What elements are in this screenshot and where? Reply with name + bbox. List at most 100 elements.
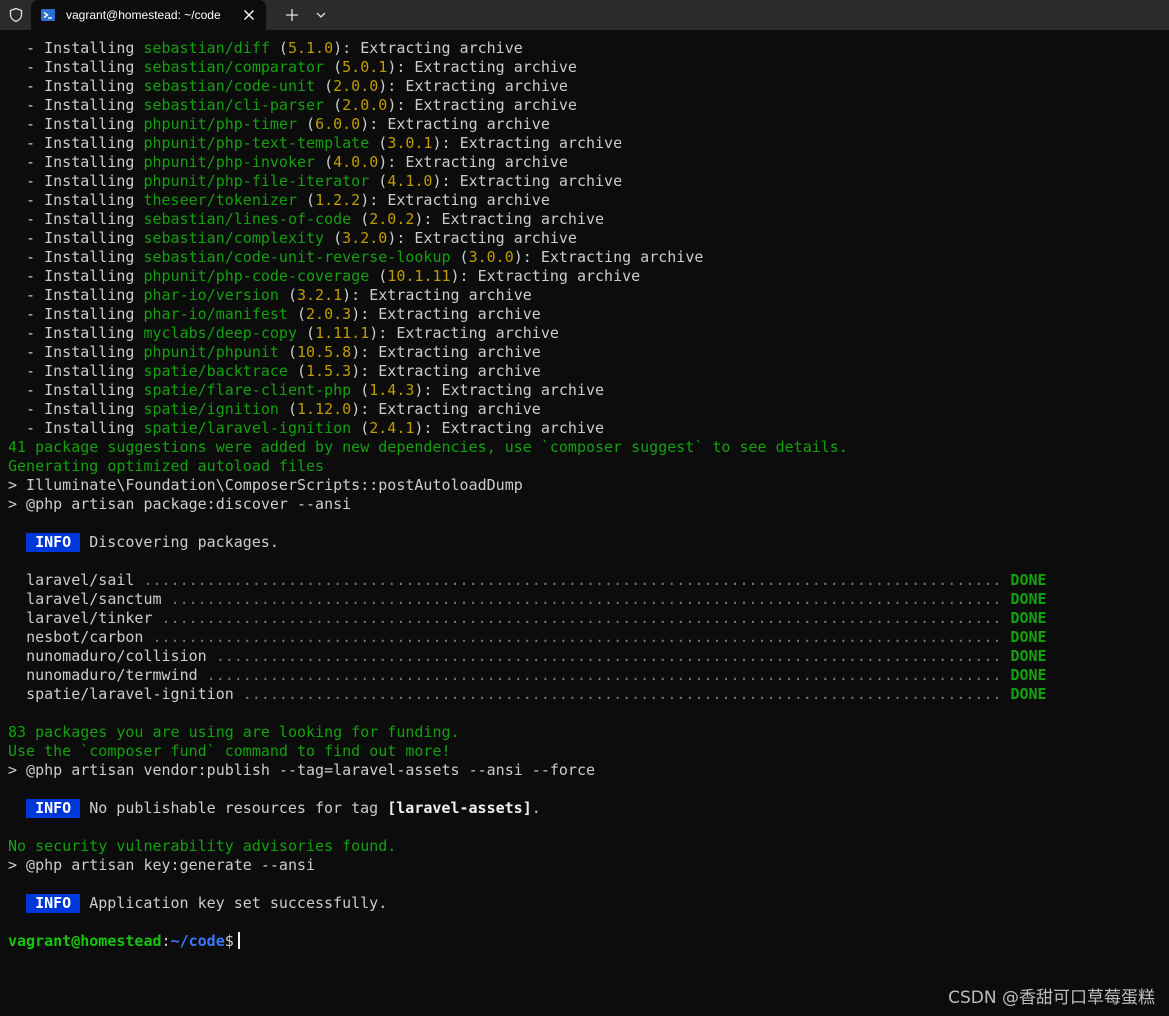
- install-line: - Installing phpunit/phpunit (10.5.8): E…: [8, 343, 541, 361]
- package-version: 4.1.0: [387, 172, 433, 190]
- install-line: - Installing sebastian/code-unit-reverse…: [8, 248, 704, 266]
- install-prefix: - Installing: [8, 115, 144, 133]
- install-line: - Installing theseer/tokenizer (1.2.2): …: [8, 191, 550, 209]
- suggestions-line: 41 package suggestions were added by new…: [8, 438, 848, 456]
- install-status: Extracting archive: [459, 172, 623, 190]
- watermark: CSDN @香甜可口草莓蛋糕: [948, 988, 1155, 1008]
- powershell-icon: [41, 9, 55, 21]
- install-prefix: - Installing: [8, 324, 144, 342]
- install-prefix: - Installing: [8, 172, 144, 190]
- package-version: 2.4.1: [369, 419, 415, 437]
- done-status: DONE: [1010, 647, 1047, 665]
- package-version: 3.2.1: [297, 286, 343, 304]
- info-line: INFO No publishable resources for tag [l…: [8, 799, 1158, 818]
- package-version: 1.4.3: [369, 381, 415, 399]
- install-line: - Installing spatie/backtrace (1.5.3): E…: [8, 362, 541, 380]
- terminal-output[interactable]: - Installing sebastian/diff (5.1.0): Ext…: [8, 39, 1158, 999]
- install-line: - Installing phpunit/php-timer (6.0.0): …: [8, 115, 550, 133]
- discovered-package-row: laravel/tinker .........................…: [8, 609, 1158, 628]
- package-version: 2.0.0: [333, 77, 379, 95]
- install-status: Extracting archive: [414, 96, 577, 114]
- discovered-list: laravel/sail ...........................…: [8, 571, 1158, 704]
- install-prefix: - Installing: [8, 191, 144, 209]
- install-line: - Installing sebastian/cli-parser (2.0.0…: [8, 96, 577, 114]
- install-prefix: - Installing: [8, 343, 144, 361]
- install-line: - Installing sebastian/comparator (5.0.1…: [8, 58, 577, 76]
- security-line: No security vulnerability advisories fou…: [8, 837, 397, 855]
- discovered-package-row: nesbot/carbon ..........................…: [8, 628, 1158, 647]
- info-badge: INFO: [26, 533, 81, 552]
- dot-leader: ........................................…: [197, 666, 1011, 684]
- install-status: Extracting archive: [378, 362, 541, 380]
- shield-icon[interactable]: [8, 7, 24, 23]
- install-line: - Installing phar-io/manifest (2.0.3): E…: [8, 305, 541, 323]
- install-prefix: - Installing: [8, 210, 144, 228]
- package-name: phar-io/version: [143, 286, 279, 304]
- discovered-package-row: nunomaduro/collision ...................…: [8, 647, 1158, 666]
- install-line: - Installing phpunit/php-code-coverage (…: [8, 267, 641, 285]
- discovered-package-name: laravel/sanctum: [26, 590, 162, 608]
- discovered-package-name: spatie/laravel-ignition: [26, 685, 234, 703]
- close-icon[interactable]: [242, 8, 256, 22]
- package-name: sebastian/comparator: [143, 58, 325, 76]
- package-name: sebastian/complexity: [143, 229, 325, 247]
- install-status: Extracting archive: [378, 305, 541, 323]
- discovered-package-name: laravel/sail: [26, 571, 135, 589]
- discovered-package-name: nunomaduro/termwind: [26, 666, 198, 684]
- discovered-package-row: laravel/sail ...........................…: [8, 571, 1158, 590]
- package-name: sebastian/diff: [143, 39, 270, 57]
- install-status: Extracting archive: [441, 381, 605, 399]
- package-version: 5.1.0: [287, 39, 334, 57]
- install-prefix: - Installing: [8, 229, 144, 247]
- install-status: Extracting archive: [396, 324, 559, 342]
- done-status: DONE: [1010, 666, 1047, 684]
- install-prefix: - Installing: [8, 134, 144, 152]
- package-version: 2.0.2: [369, 210, 415, 228]
- package-version: 2.0.3: [306, 305, 352, 323]
- info-line: INFO Discovering packages.: [8, 533, 1158, 552]
- tab-terminal[interactable]: vagrant@homestead: ~/code: [31, 0, 266, 30]
- install-prefix: - Installing: [8, 153, 144, 171]
- install-line: - Installing phpunit/php-invoker (4.0.0)…: [8, 153, 568, 171]
- install-status: Extracting archive: [540, 248, 704, 266]
- done-status: DONE: [1010, 609, 1047, 627]
- install-line: - Installing spatie/flare-client-php (1.…: [8, 381, 605, 399]
- package-name: phpunit/php-invoker: [143, 153, 316, 171]
- chevron-down-icon[interactable]: [314, 8, 328, 22]
- package-name: spatie/ignition: [143, 400, 279, 418]
- install-line: - Installing phar-io/version (3.2.1): Ex…: [8, 286, 532, 304]
- fund-command-line: Use the `composer fund` command to find …: [8, 742, 451, 760]
- package-version: 3.0.1: [387, 134, 433, 152]
- package-name: sebastian/code-unit-reverse-lookup: [143, 248, 451, 266]
- install-prefix: - Installing: [8, 400, 144, 418]
- install-prefix: - Installing: [8, 248, 144, 266]
- install-prefix: - Installing: [8, 39, 144, 57]
- install-status: Extracting archive: [369, 286, 532, 304]
- install-prefix: - Installing: [8, 419, 144, 437]
- package-version: 1.11.1: [315, 324, 370, 342]
- package-version: 10.5.8: [297, 343, 352, 361]
- done-status: DONE: [1010, 628, 1047, 646]
- package-name: phpunit/php-text-template: [143, 134, 370, 152]
- install-prefix: - Installing: [8, 96, 144, 114]
- package-name: phpunit/php-timer: [143, 115, 297, 133]
- title-bar: vagrant@homestead: ~/code: [0, 0, 1169, 30]
- package-name: phpunit/php-code-coverage: [143, 267, 370, 285]
- tag-name: [laravel-assets]: [387, 799, 532, 817]
- shell-prompt[interactable]: vagrant@homestead:~/code$: [8, 932, 1158, 951]
- install-line: - Installing spatie/ignition (1.12.0): E…: [8, 400, 541, 418]
- install-prefix: - Installing: [8, 305, 144, 323]
- install-status: Extracting archive: [414, 229, 577, 247]
- install-status: Extracting archive: [360, 39, 523, 57]
- dot-leader: ........................................…: [233, 685, 1011, 703]
- install-prefix: - Installing: [8, 362, 144, 380]
- dot-leader: ........................................…: [134, 571, 1011, 589]
- plus-icon[interactable]: [284, 7, 300, 23]
- prompt-path: ~/code: [170, 932, 225, 950]
- info-text: Discovering packages.: [89, 533, 279, 551]
